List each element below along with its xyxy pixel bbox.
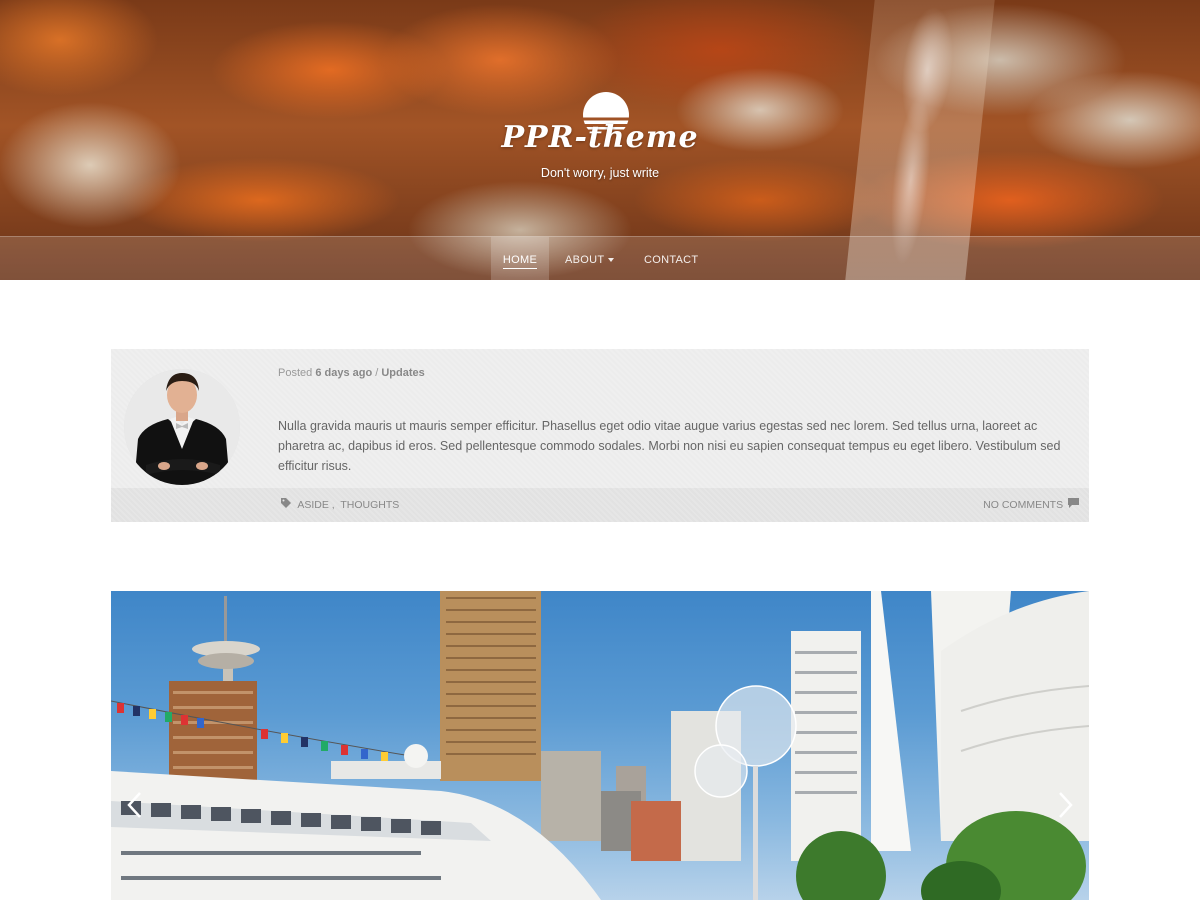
site-title[interactable]: PPR-theme	[0, 120, 1200, 155]
comments-label: NO COMMENTS	[983, 499, 1064, 511]
slider-photo	[111, 591, 1089, 900]
chevron-left-icon	[127, 792, 141, 818]
meta-separator: /	[375, 367, 379, 379]
author-photo-icon	[124, 369, 240, 485]
post-meta: Posted 6 days ago / Updates	[278, 367, 425, 379]
post-excerpt: Nulla gravida mauris ut mauris semper ef…	[278, 419, 1061, 473]
caret-down-icon	[608, 258, 615, 263]
post-footer: ASIDE , THOUGHTS NO COMMENTS	[111, 488, 1089, 522]
nav-item-contact-label: CONTACT	[644, 254, 699, 266]
author-avatar	[124, 369, 240, 485]
comments-link[interactable]: NO COMMENTS	[983, 488, 1079, 522]
comment-icon	[1068, 498, 1079, 508]
main-navigation: HOME ABOUT CONTACT	[0, 236, 1200, 280]
post-date-link[interactable]: 6 days ago	[315, 367, 372, 379]
post-tags: ASIDE , THOUGHTS	[280, 488, 399, 522]
nav-item-home-label: HOME	[502, 254, 538, 269]
nav-item-about[interactable]: ABOUT	[565, 237, 615, 280]
post-meta-prefix: Posted	[278, 367, 313, 379]
slider-prev-button[interactable]	[125, 791, 145, 819]
site-header: PPR-theme Don't worry, just write HOME A…	[0, 0, 1200, 280]
nav-item-home[interactable]: HOME	[491, 237, 549, 280]
tag-link-thoughts[interactable]: THOUGHTS	[340, 499, 399, 511]
chevron-right-icon	[1059, 792, 1073, 818]
post-category-link[interactable]: Updates	[381, 367, 424, 379]
aside-post: Posted 6 days ago / Updates Nulla gravid…	[111, 349, 1089, 522]
tag-link-aside[interactable]: ASIDE	[297, 499, 329, 511]
tag-icon	[281, 498, 291, 508]
slider-next-button[interactable]	[1055, 791, 1075, 819]
tag-separator: ,	[331, 499, 335, 511]
site-tagline: Don't worry, just write	[540, 166, 660, 180]
nav-item-about-label: ABOUT	[565, 254, 605, 266]
featured-image-slider	[111, 591, 1089, 900]
nav-item-contact[interactable]: CONTACT	[644, 237, 698, 280]
